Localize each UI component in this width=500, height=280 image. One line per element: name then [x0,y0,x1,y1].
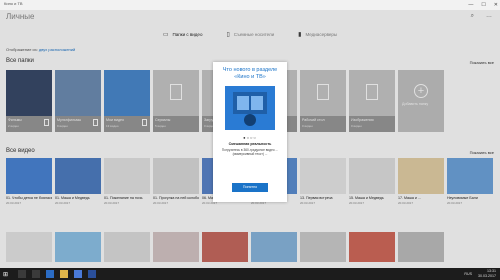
window-controls: — ☐ ✕ [468,1,498,9]
search-icon[interactable] [18,270,26,278]
system-tray: RUS 13:31 30.03.2017 [464,269,496,278]
edge-icon[interactable] [46,270,54,278]
maximize-button[interactable]: ☐ [481,1,485,9]
whats-new-dialog: Что нового в разделе «Кино и ТВ» ●○○○ См… [213,62,287,202]
minimize-button[interactable]: — [468,1,473,9]
vr-headset-illustration [225,86,275,130]
title-bar: Кино и ТВ — ☐ ✕ [0,0,500,10]
windows-start-icon[interactable]: ⊞ [3,271,8,278]
task-view-icon[interactable] [32,270,40,278]
dialog-body: Погрузитесь в 360-градусное видео ... (и… [221,148,279,156]
file-explorer-icon[interactable] [60,270,68,278]
movies-tv-icon[interactable] [88,270,96,278]
store-icon[interactable] [74,270,82,278]
dialog-title: Что нового в разделе «Кино и ТВ» [222,67,278,80]
dialog-heading: Смешанная реальность [228,142,272,146]
language-indicator[interactable]: RUS [464,272,472,276]
taskbar-icons [18,270,96,278]
pager-dots[interactable]: ●○○○ [213,135,287,140]
clock-date: 30.03.2017 [478,273,496,278]
app-title: Кино и ТВ [4,1,23,6]
ok-button[interactable]: Понятно [232,183,268,192]
close-button[interactable]: ✕ [494,1,498,9]
taskbar: ⊞ RUS 13:31 30.03.2017 [0,268,500,280]
clock[interactable]: 13:31 30.03.2017 [478,269,496,278]
vr-headset-icon [233,92,267,126]
